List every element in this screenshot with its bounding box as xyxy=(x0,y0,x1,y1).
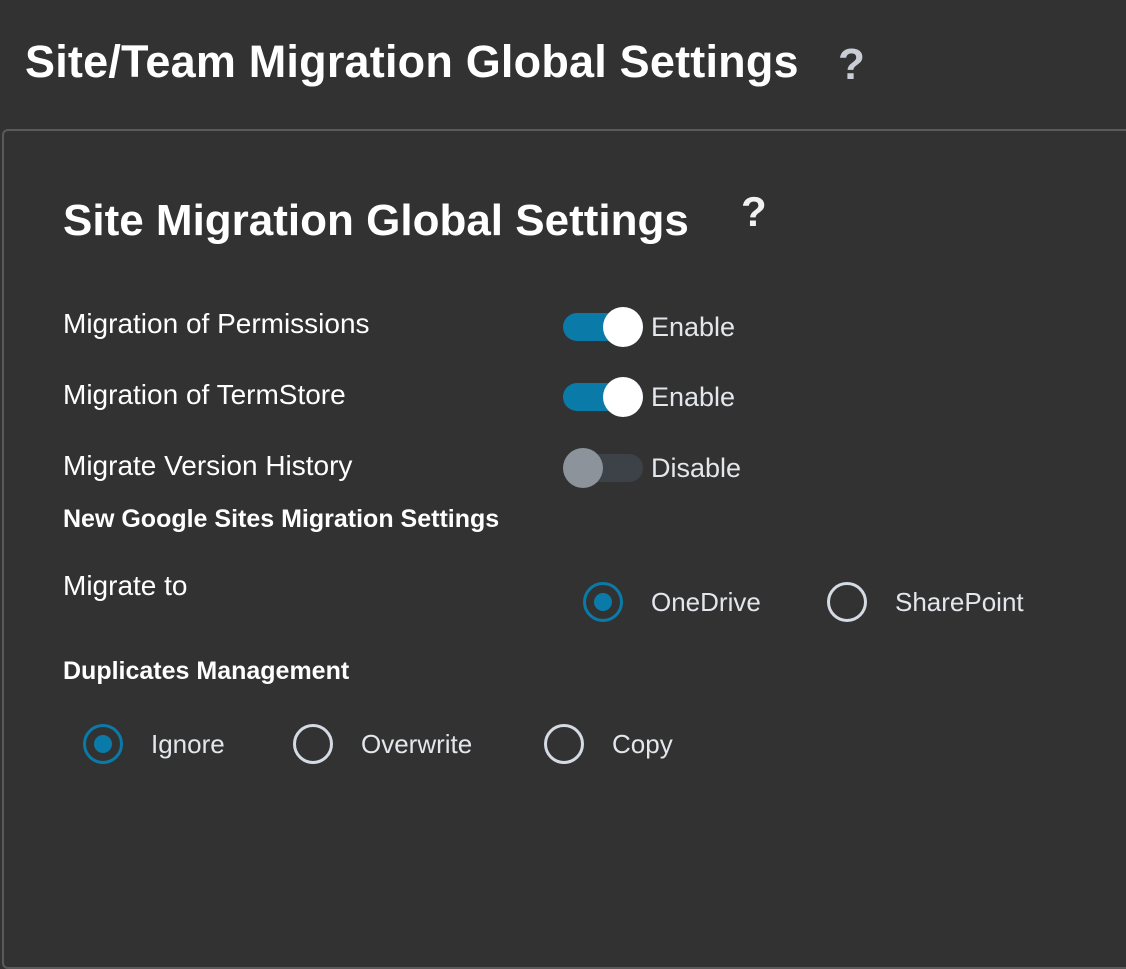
version-history-toggle[interactable] xyxy=(563,448,643,488)
onedrive-label[interactable]: OneDrive xyxy=(651,587,761,618)
copy-label[interactable]: Copy xyxy=(612,729,673,760)
section-title: Site Migration Global Settings xyxy=(63,196,689,245)
permissions-toggle[interactable] xyxy=(563,307,643,347)
overwrite-label[interactable]: Overwrite xyxy=(361,729,472,760)
version-history-label: Migrate Version History xyxy=(63,450,353,481)
page-title: Site/Team Migration Global Settings xyxy=(25,36,799,87)
toggle-knob xyxy=(603,377,643,417)
overwrite-radio[interactable] xyxy=(293,724,333,764)
sharepoint-label[interactable]: SharePoint xyxy=(895,587,1024,618)
ignore-radio[interactable] xyxy=(83,724,123,764)
copy-radio[interactable] xyxy=(544,724,584,764)
google-sites-title: New Google Sites Migration Settings xyxy=(63,505,500,533)
termstore-toggle[interactable] xyxy=(563,377,643,417)
ignore-label[interactable]: Ignore xyxy=(151,729,225,760)
duplicates-title: Duplicates Management xyxy=(63,657,350,685)
termstore-state: Enable xyxy=(651,382,736,412)
migrate-to-label: Migrate to xyxy=(63,570,188,601)
toggle-knob xyxy=(563,448,603,488)
onedrive-radio[interactable] xyxy=(583,582,623,622)
toggle-knob xyxy=(603,307,643,347)
page-help-icon[interactable]: ? xyxy=(838,40,865,90)
version-history-state: Disable xyxy=(651,453,742,483)
sharepoint-radio[interactable] xyxy=(827,582,867,622)
permissions-state: Enable xyxy=(651,312,736,342)
section-help-icon[interactable]: ? xyxy=(741,188,767,236)
permissions-label: Migration of Permissions xyxy=(63,308,370,339)
termstore-label: Migration of TermStore xyxy=(63,379,346,410)
settings-panel xyxy=(2,129,1126,969)
